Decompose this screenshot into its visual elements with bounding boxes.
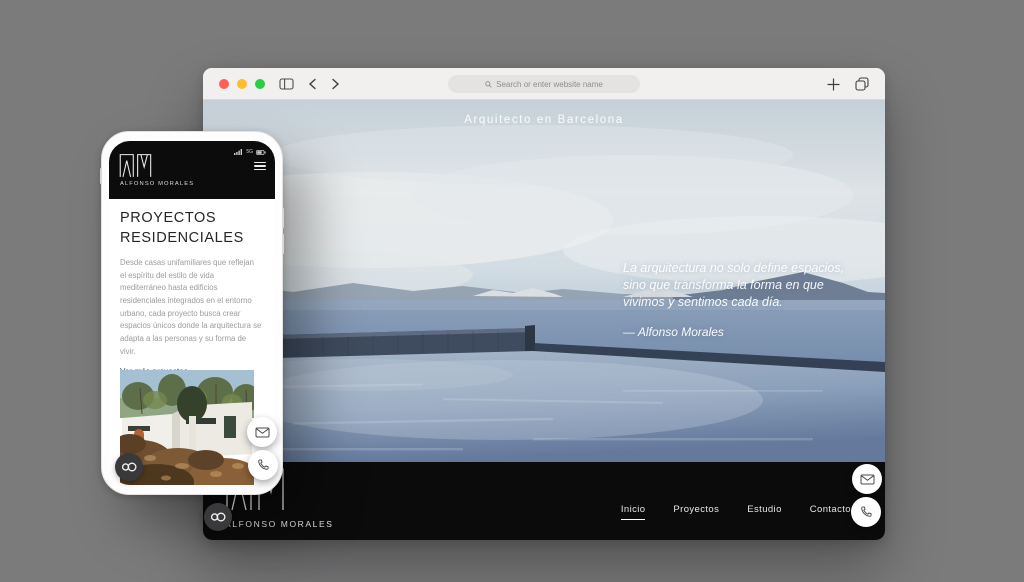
nav-item-estudio[interactable]: Estudio	[747, 504, 782, 520]
footer-brand-name: ALFONSO MORALES	[225, 519, 334, 529]
mobile-page-title: PROYECTOS RESIDENCIALES	[120, 209, 240, 248]
site-footer: ALFONSO MORALES Inicio Proyectos Estudio…	[203, 462, 885, 540]
email-fab-mobile[interactable]	[247, 417, 277, 447]
quote-line: sino que transforma la forma en que	[623, 277, 853, 294]
mobile-brand-name: ALFONSO MORALES	[120, 181, 194, 187]
link-icon	[210, 511, 226, 523]
hero-section: Arquitecto en Barcelona La arquitectura …	[203, 100, 885, 462]
address-bar[interactable]: Search or enter website name	[448, 75, 640, 93]
menu-icon[interactable]	[254, 160, 266, 172]
network-label: 5G	[246, 149, 253, 155]
am-monogram-logo-mobile	[119, 153, 153, 178]
mobile-header: ALFONSO MORALES 5G	[109, 141, 275, 199]
link-icon	[121, 461, 137, 473]
quote-attribution: — Alfonso Morales	[623, 324, 853, 340]
nav-item-contacto[interactable]: Contacto	[810, 504, 851, 520]
minimize-window-button[interactable]	[237, 79, 247, 89]
nav-item-proyectos[interactable]: Proyectos	[673, 504, 719, 520]
mobile-intro-text: Desde casas unifamiliares que reflejan e…	[120, 257, 262, 358]
phone-icon	[256, 458, 270, 472]
phone-icon	[859, 505, 873, 519]
search-icon	[485, 81, 492, 88]
mobile-status-bar: 5G	[234, 149, 266, 155]
phone-fab-mobile[interactable]	[248, 450, 278, 480]
hero-quote: La arquitectura no solo define espacios,…	[623, 260, 853, 340]
browser-toolbar: Search or enter website name	[203, 68, 885, 100]
hero-tagline: Arquitecto en Barcelona	[203, 114, 885, 126]
mail-icon	[255, 427, 270, 438]
phone-fab-desktop[interactable]	[851, 497, 881, 527]
email-fab-desktop[interactable]	[852, 464, 882, 494]
back-icon[interactable]	[308, 78, 317, 90]
forward-icon[interactable]	[331, 78, 340, 90]
prototype-link-badge-mobile[interactable]	[115, 453, 143, 481]
zoom-window-button[interactable]	[255, 79, 265, 89]
mobile-content: PROYECTOS RESIDENCIALES Desde casas unif…	[109, 199, 275, 379]
sidebar-icon[interactable]	[279, 78, 294, 90]
phone-volume-button	[282, 208, 284, 228]
signal-icon	[234, 149, 243, 155]
new-tab-icon[interactable]	[827, 78, 840, 91]
quote-line: vivimos y sentimos cada día.	[623, 294, 853, 311]
nav-item-inicio[interactable]: Inicio	[621, 504, 646, 520]
close-window-button[interactable]	[219, 79, 229, 89]
address-bar-placeholder: Search or enter website name	[496, 80, 603, 89]
browser-window: Search or enter website name	[203, 68, 885, 540]
tab-overview-icon[interactable]	[855, 77, 869, 91]
phone-power-button	[282, 234, 284, 254]
battery-icon	[256, 150, 266, 155]
quote-line: La arquitectura no solo define espacios,	[623, 260, 853, 277]
phone-mute-switch	[100, 168, 102, 184]
prototype-link-badge-desktop[interactable]	[204, 503, 232, 531]
footer-nav: Inicio Proyectos Estudio Contacto	[621, 504, 851, 520]
traffic-lights	[219, 79, 265, 89]
mail-icon	[860, 474, 875, 485]
